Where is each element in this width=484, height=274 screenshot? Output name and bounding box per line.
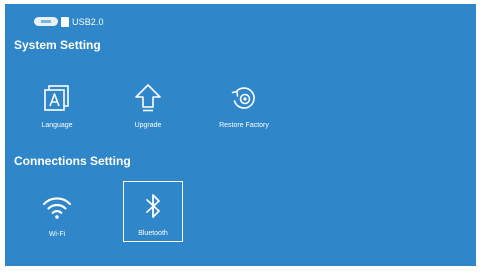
restore-factory-icon: [214, 82, 274, 114]
wifi-icon: [27, 191, 87, 223]
status-bar: USB2.0: [34, 16, 104, 27]
usb-drive-icon: [61, 16, 69, 27]
wifi-label: Wi-Fi: [48, 231, 66, 238]
upgrade-arrow-icon: [118, 82, 178, 114]
wifi-tile[interactable]: Wi-Fi: [27, 183, 87, 244]
upgrade-label: Upgrade: [134, 122, 162, 129]
bluetooth-tile[interactable]: Bluetooth: [123, 181, 183, 242]
usb-status-label: USB2.0: [72, 16, 104, 27]
bluetooth-icon: [124, 190, 182, 222]
language-icon: [27, 82, 87, 114]
settings-screen: USB2.0 System Setting Language Upgrade R…: [5, 4, 476, 266]
bluetooth-label: Bluetooth: [138, 230, 168, 237]
language-tile[interactable]: Language: [27, 74, 87, 135]
battery-icon: [34, 17, 58, 26]
restore-factory-tile[interactable]: Restore Factory: [214, 74, 274, 135]
system-setting-title: System Setting: [14, 38, 101, 52]
upgrade-tile[interactable]: Upgrade: [118, 74, 178, 135]
language-label: Language: [41, 122, 73, 129]
connections-setting-title: Connections Setting: [14, 154, 131, 168]
restore-factory-label: Restore Factory: [219, 122, 269, 129]
